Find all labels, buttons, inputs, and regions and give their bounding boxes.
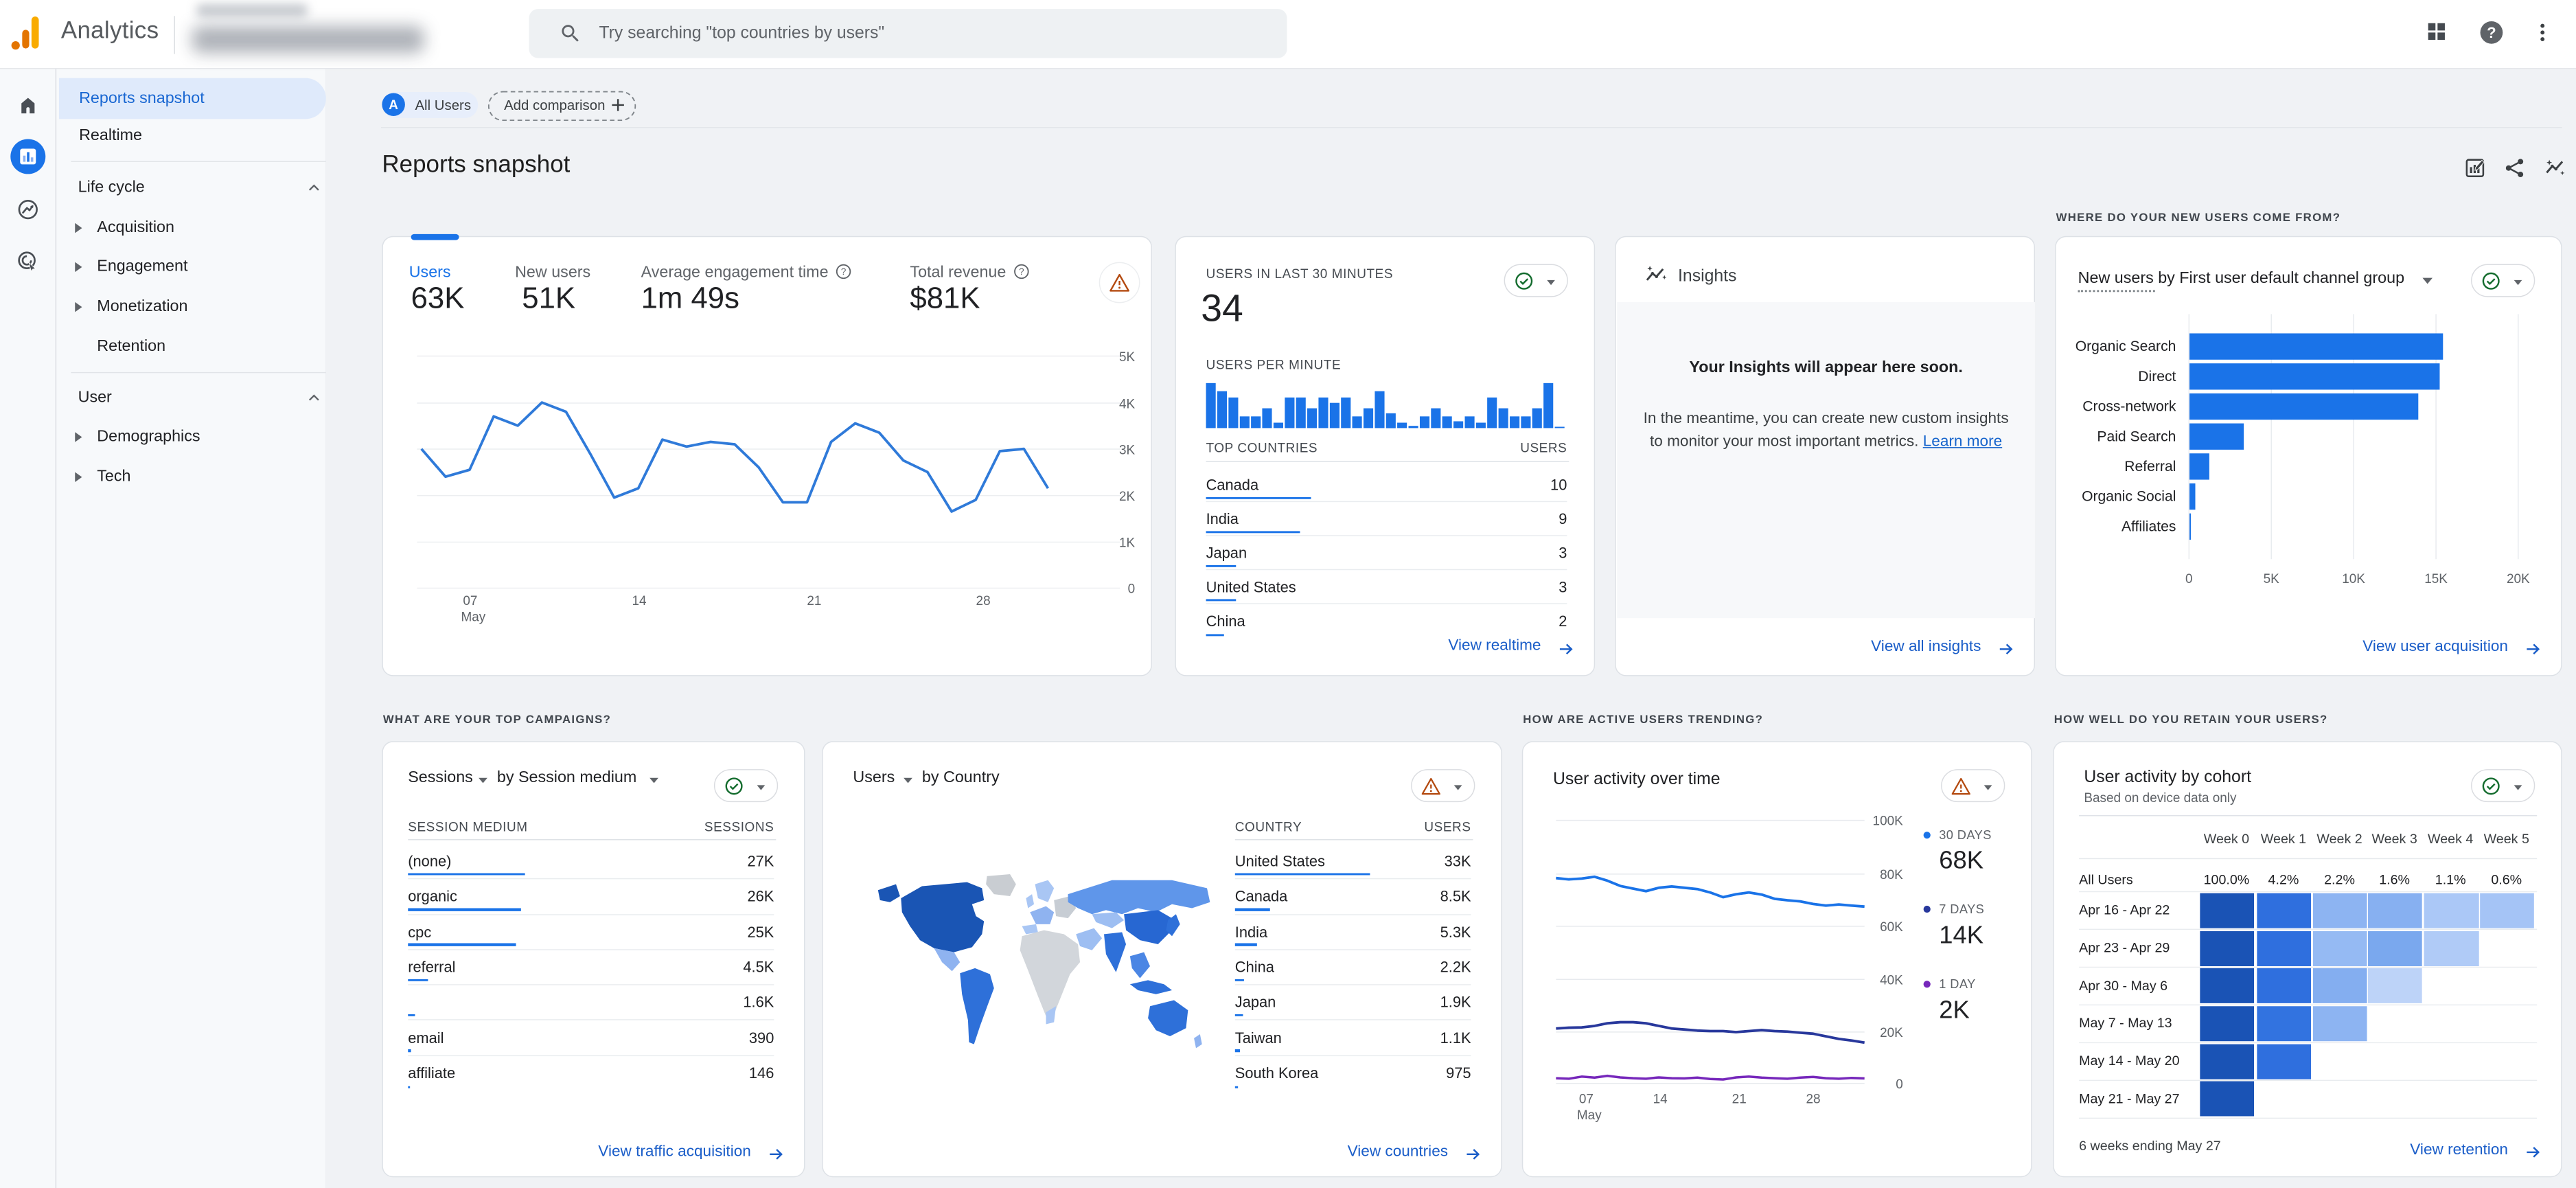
svg-text:10K: 10K bbox=[2342, 572, 2365, 586]
svg-text:5K: 5K bbox=[2264, 572, 2280, 586]
svg-text:80K: 80K bbox=[1880, 868, 1903, 882]
svg-text:Cross-network: Cross-network bbox=[2082, 399, 2176, 415]
svg-text:21: 21 bbox=[1732, 1093, 1747, 1107]
svg-text:15K: 15K bbox=[2424, 572, 2448, 586]
svg-text:3K: 3K bbox=[1119, 443, 1136, 457]
svg-text:100K: 100K bbox=[1873, 814, 1904, 829]
svg-text:Organic Social: Organic Social bbox=[2082, 489, 2176, 505]
svg-text:May: May bbox=[1577, 1108, 1602, 1123]
svg-text:?: ? bbox=[2487, 24, 2496, 41]
svg-text:20K: 20K bbox=[1880, 1026, 1903, 1040]
svg-text:5K: 5K bbox=[1119, 350, 1136, 365]
svg-text:May: May bbox=[461, 610, 485, 624]
svg-text:28: 28 bbox=[1806, 1093, 1820, 1107]
svg-text:Affiliates: Affiliates bbox=[2121, 518, 2176, 534]
svg-text:40K: 40K bbox=[1880, 974, 1903, 988]
svg-text:0: 0 bbox=[2185, 572, 2193, 586]
svg-text:20K: 20K bbox=[2507, 572, 2530, 586]
svg-text:07: 07 bbox=[463, 594, 477, 608]
svg-text:14: 14 bbox=[1653, 1093, 1668, 1107]
svg-text:2K: 2K bbox=[1119, 490, 1136, 504]
svg-text:07: 07 bbox=[1579, 1093, 1594, 1107]
svg-text:14: 14 bbox=[632, 594, 647, 608]
svg-text:21: 21 bbox=[807, 594, 821, 608]
svg-text:0: 0 bbox=[1896, 1077, 1903, 1092]
svg-text:Organic Search: Organic Search bbox=[2075, 339, 2176, 354]
svg-text:0: 0 bbox=[1128, 582, 1136, 597]
svg-text:Referral: Referral bbox=[2124, 459, 2176, 475]
svg-text:1K: 1K bbox=[1119, 536, 1136, 551]
svg-text:60K: 60K bbox=[1880, 920, 1903, 935]
svg-text:28: 28 bbox=[976, 594, 991, 608]
svg-text:Paid Search: Paid Search bbox=[2097, 429, 2176, 444]
svg-text:4K: 4K bbox=[1119, 397, 1136, 411]
svg-text:Direct: Direct bbox=[2138, 369, 2176, 385]
